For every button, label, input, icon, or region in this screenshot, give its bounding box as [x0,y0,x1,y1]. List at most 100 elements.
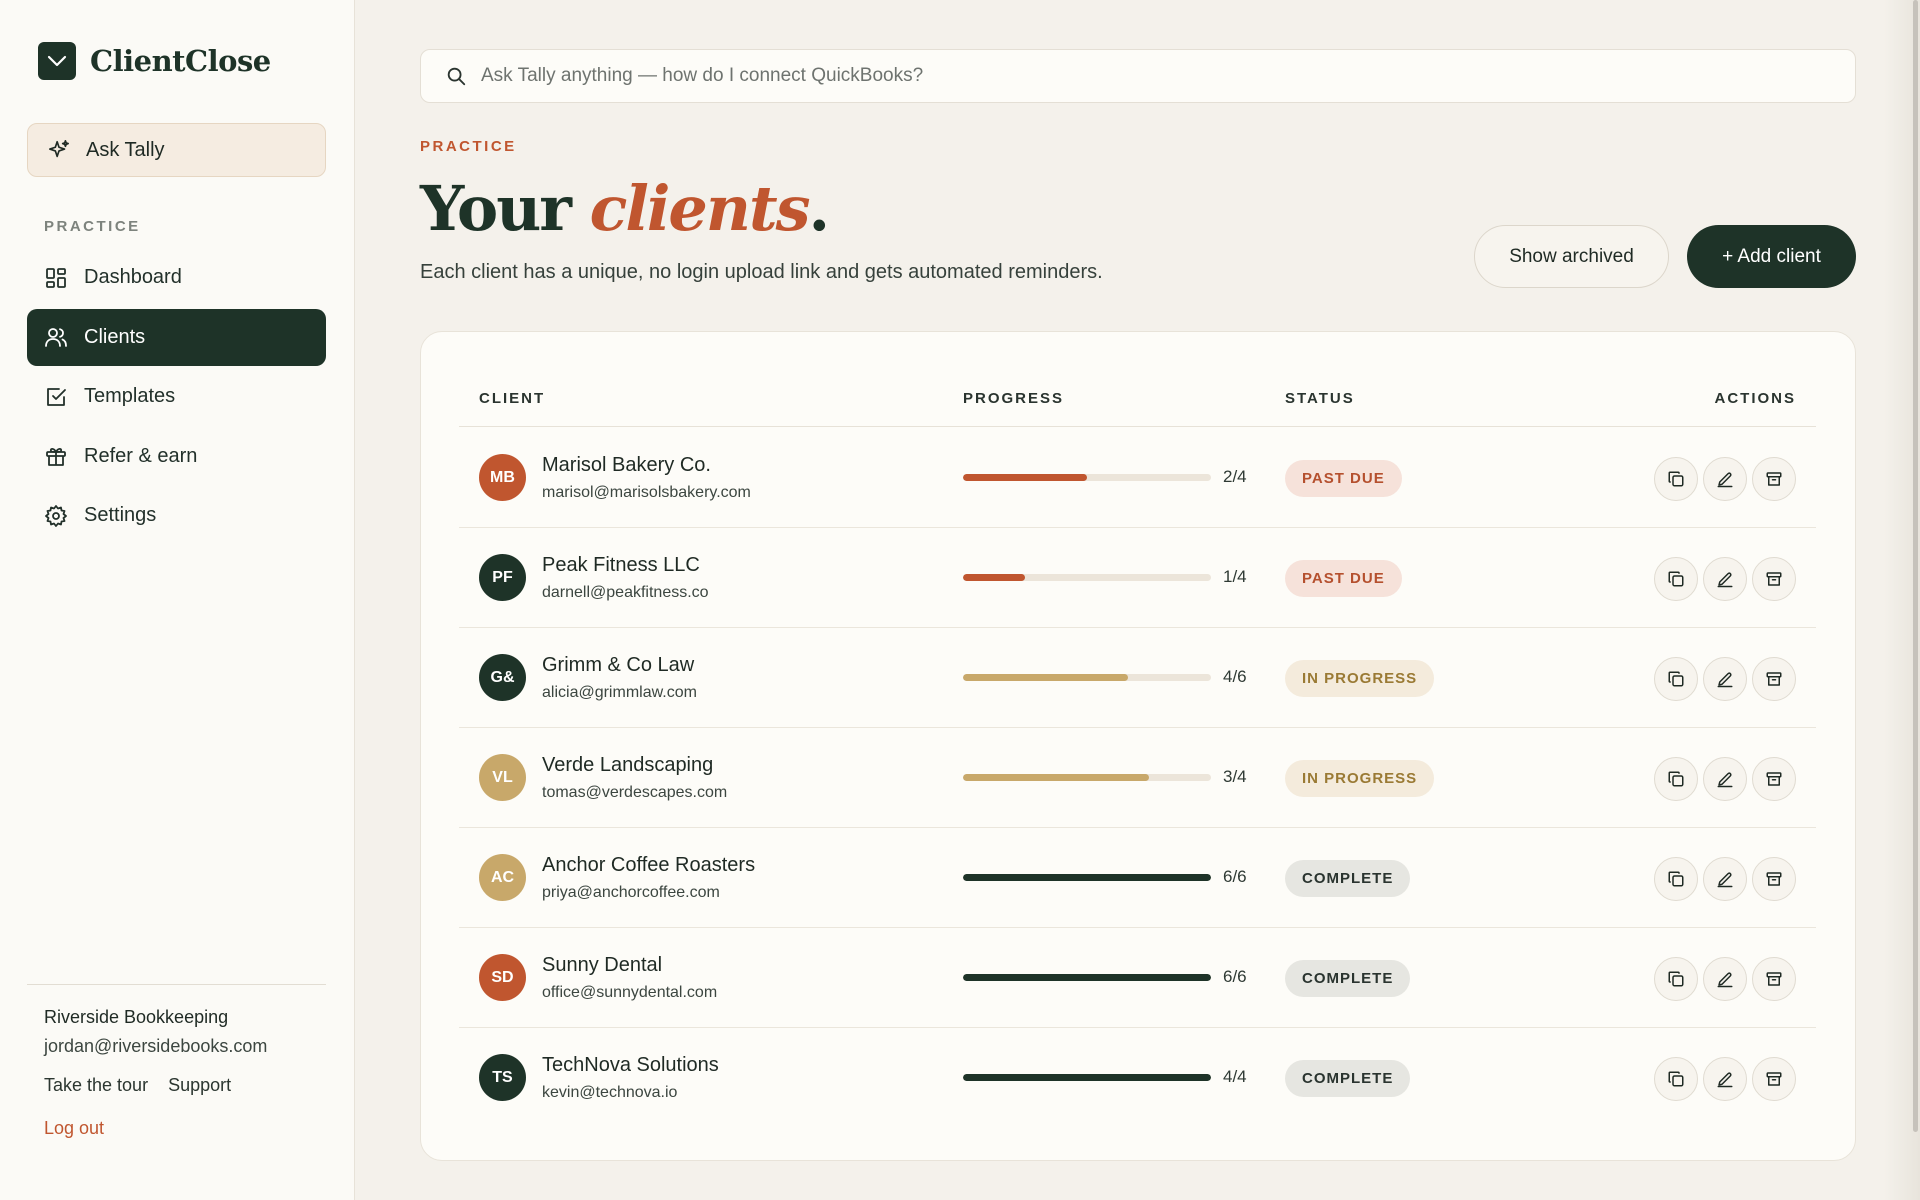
sidebar-item-refer[interactable]: Refer & earn [27,428,326,485]
avatar: TS [479,1054,526,1101]
sidebar-item-label: Refer & earn [84,444,198,467]
page-title-end: . [808,172,831,245]
table-row[interactable]: SD Sunny Dental office@sunnydental.com 6… [459,928,1816,1028]
support-link[interactable]: Support [168,1075,231,1096]
progress-bar-fill [963,874,1211,881]
client-name[interactable]: Peak Fitness LLC [542,554,700,577]
row-actions [1654,957,1796,1001]
copy-icon [1668,1071,1684,1087]
archive-client-button[interactable] [1752,757,1796,801]
copy-link-button[interactable] [1654,657,1698,701]
avatar: VL [479,754,526,801]
archive-client-button[interactable] [1752,657,1796,701]
table-row[interactable]: PF Peak Fitness LLC darnell@peakfitness.… [459,528,1816,628]
client-name[interactable]: Anchor Coffee Roasters [542,854,755,877]
client-email: tomas@verdescapes.com [542,784,728,801]
take-tour-link[interactable]: Take the tour [44,1075,148,1096]
column-header-client: CLIENT [479,390,546,407]
copy-link-button[interactable] [1654,457,1698,501]
avatar: MB [479,454,526,501]
edit-client-button[interactable] [1703,657,1747,701]
copy-link-button[interactable] [1654,757,1698,801]
copy-icon [1668,871,1684,887]
sidebar-item-label: Dashboard [84,266,182,288]
page-title-plain: Your [420,172,590,245]
client-email: kevin@technova.io [542,1084,678,1101]
sidebar-item-clients[interactable]: Clients [27,308,326,366]
edit-client-button[interactable] [1703,957,1747,1001]
page-subtitle: Each client has a unique, no login uploa… [420,261,1103,283]
edit-icon [1717,772,1733,788]
client-email: priya@anchorcoffee.com [542,884,720,901]
sidebar-footer: Riverside Bookkeeping jordan@riversidebo… [27,984,326,1139]
archive-client-button[interactable] [1752,457,1796,501]
archive-icon [1766,472,1782,486]
copy-link-button[interactable] [1654,857,1698,901]
archive-client-button[interactable] [1752,957,1796,1001]
ask-tally-button[interactable]: Ask Tally [27,123,326,177]
org-name: Riverside Bookkeeping [44,1007,229,1027]
search-input[interactable] [481,65,1781,87]
edit-client-button[interactable] [1703,1057,1747,1101]
gear-icon [45,504,67,527]
archive-client-button[interactable] [1752,1057,1796,1101]
progress-count: 6/6 [1223,867,1247,886]
progress-count: 3/4 [1223,767,1247,786]
avatar: PF [479,554,526,601]
progress-bar-fill [963,774,1149,781]
client-email: office@sunnydental.com [542,984,718,1001]
avatar: SD [479,954,526,1001]
copy-link-button[interactable] [1654,1057,1698,1101]
progress-bar [963,774,1211,781]
progress-count: 4/6 [1223,667,1247,686]
archive-icon [1766,672,1782,686]
table-row[interactable]: VL Verde Landscaping tomas@verdescapes.c… [459,728,1816,828]
archive-icon [1766,1072,1782,1086]
copy-icon [1668,671,1684,687]
sidebar-item-templates[interactable]: Templates [27,368,326,425]
sidebar-item-settings[interactable]: Settings [27,487,326,544]
status-badge: COMPLETE [1285,860,1411,897]
column-header-status: STATUS [1285,390,1355,407]
page-scrollbar[interactable] [1913,0,1918,1132]
show-archived-button[interactable]: Show archived [1474,225,1669,288]
edit-client-button[interactable] [1703,457,1747,501]
row-actions [1654,757,1796,801]
client-name[interactable]: Verde Landscaping [542,754,713,777]
gift-icon [46,447,66,466]
edit-client-button[interactable] [1703,557,1747,601]
progress-count: 6/6 [1223,967,1247,986]
client-name[interactable]: Marisol Bakery Co. [542,454,711,477]
sidebar-item-label: Templates [84,385,176,407]
copy-icon [1668,471,1684,487]
edit-client-button[interactable] [1703,757,1747,801]
logout-link[interactable]: Log out [44,1118,104,1139]
search-bar[interactable] [420,49,1856,103]
edit-client-button[interactable] [1703,857,1747,901]
brand[interactable]: ClientClose [38,42,271,80]
edit-icon [1717,572,1733,588]
copy-link-button[interactable] [1654,557,1698,601]
table-row[interactable]: MB Marisol Bakery Co. marisol@marisolsba… [459,428,1816,528]
table-header: CLIENT PROGRESS STATUS ACTIONS [459,332,1816,427]
page-title-accent: clients [589,172,811,245]
copy-icon [1668,971,1684,987]
client-name[interactable]: TechNova Solutions [542,1054,719,1077]
sidebar-item-dashboard[interactable]: Dashboard [27,249,326,306]
table-row[interactable]: G& Grimm & Co Law alicia@grimmlaw.com 4/… [459,628,1816,728]
status-badge: IN PROGRESS [1285,760,1435,797]
client-name[interactable]: Grimm & Co Law [542,654,694,677]
progress-bar [963,974,1211,981]
client-name[interactable]: Sunny Dental [542,954,662,977]
table-row[interactable]: AC Anchor Coffee Roasters priya@anchorco… [459,828,1816,928]
status-badge: COMPLETE [1285,1060,1411,1097]
nav-section-label: PRACTICE [44,218,141,235]
table-row[interactable]: TS TechNova Solutions kevin@technova.io … [459,1028,1816,1128]
archive-client-button[interactable] [1752,857,1796,901]
archive-client-button[interactable] [1752,557,1796,601]
progress-bar-fill [963,574,1025,581]
progress-bar [963,674,1211,681]
add-client-button[interactable]: + Add client [1687,225,1856,288]
brand-logo-icon [38,42,76,80]
copy-link-button[interactable] [1654,957,1698,1001]
